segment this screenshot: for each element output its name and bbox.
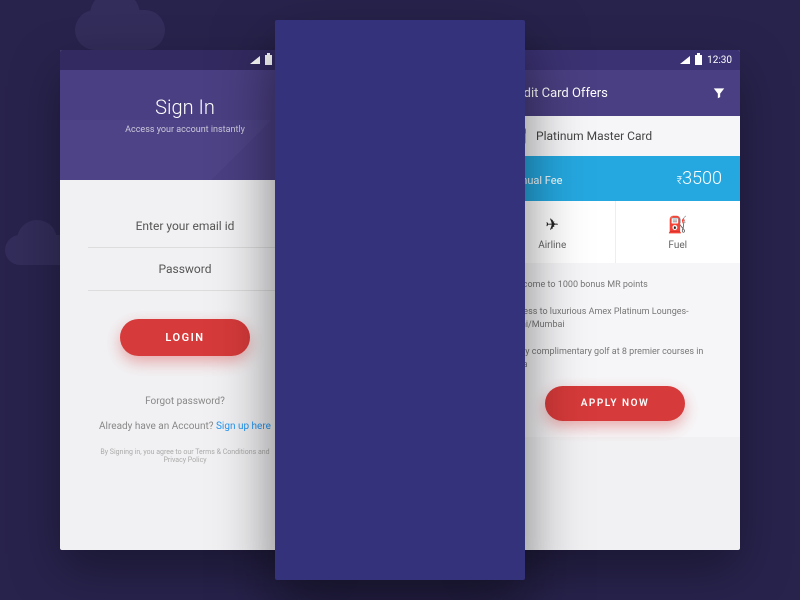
signin-title: Sign In	[70, 95, 300, 119]
signin-screen: 12:30 Sign In Access your account instan…	[60, 50, 310, 550]
center-blank-screen	[275, 20, 525, 580]
already-text: Already have an Account?	[99, 421, 216, 432]
status-bar: 12:30	[60, 50, 310, 70]
category-fuel[interactable]: ⛽ Fuel	[615, 201, 741, 263]
signal-icon	[680, 56, 690, 64]
card-row[interactable]: Platinum Master Card	[490, 116, 740, 156]
category-label: Fuel	[668, 240, 687, 251]
forgot-password-link[interactable]: Forgot password?	[88, 396, 282, 407]
benefit-item: Enjoy complimentary golf at 8 premier co…	[508, 346, 722, 372]
signin-hero: Sign In Access your account instantly	[60, 70, 310, 180]
offers-header: Credit Card Offers	[490, 70, 740, 116]
battery-icon	[695, 55, 702, 65]
offers-screen: 12:30 Credit Card Offers Platinum Master…	[490, 50, 740, 550]
benefits-section: Welcome to 1000 bonus MR points Access t…	[490, 263, 740, 437]
fee-amount: ₹3500	[677, 168, 722, 189]
benefit-item: Access to luxurious Amex Platinum Lounge…	[508, 306, 722, 332]
benefit-item: Welcome to 1000 bonus MR points	[508, 279, 722, 292]
category-label: Airline	[538, 240, 566, 251]
signin-form: LOGIN Forgot password? Already have an A…	[60, 180, 310, 474]
annual-fee-bar: Annual Fee ₹3500	[490, 156, 740, 201]
signup-link[interactable]: Sign up here	[216, 421, 271, 432]
apply-now-button[interactable]: APPLY NOW	[545, 386, 685, 421]
filter-icon[interactable]	[712, 86, 726, 100]
signal-icon	[250, 56, 260, 64]
already-have-account: Already have an Account? Sign up here	[88, 421, 282, 432]
battery-icon	[265, 55, 272, 65]
terms-text: By Signing in, you agree to our Terms & …	[88, 448, 282, 464]
status-time: 12:30	[707, 55, 732, 66]
fuel-pump-icon: ⛽	[616, 215, 741, 234]
field-divider	[88, 290, 282, 291]
password-field[interactable]	[88, 248, 282, 290]
category-row: ✈ Airline ⛽ Fuel	[490, 201, 740, 263]
email-field[interactable]	[88, 205, 282, 247]
status-bar: 12:30	[490, 50, 740, 70]
login-button[interactable]: LOGIN	[120, 319, 250, 356]
signin-subtitle: Access your account instantly	[70, 125, 300, 135]
card-name-label: Platinum Master Card	[536, 129, 652, 143]
